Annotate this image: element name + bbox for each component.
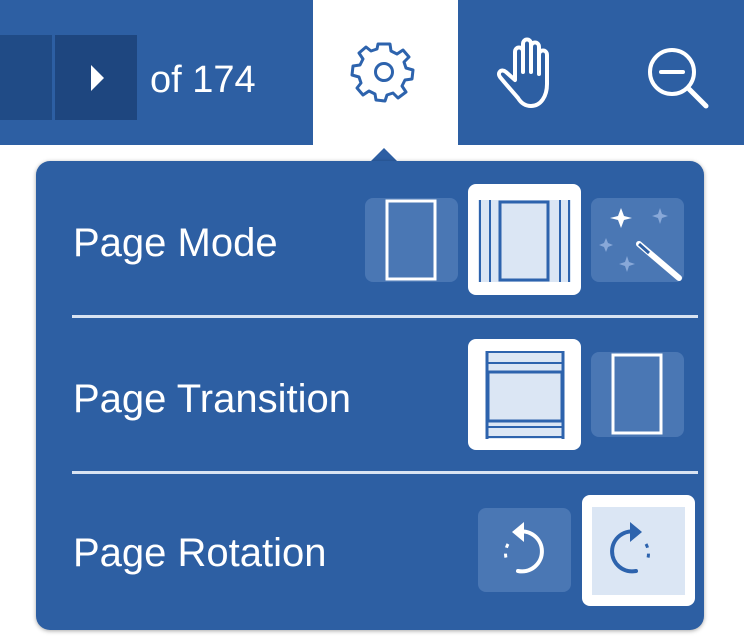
- page-rotation-label: Page Rotation: [73, 531, 327, 575]
- play-icon: [91, 65, 104, 91]
- page-transition-label: Page Transition: [73, 377, 351, 421]
- divider: [72, 315, 698, 318]
- page-mode-label: Page Mode: [73, 221, 278, 265]
- rotate-clockwise-button[interactable]: [582, 495, 695, 606]
- page-transition-scroll-option[interactable]: [468, 339, 581, 450]
- magic-wand-icon: [599, 208, 682, 281]
- popover-arrow: [371, 148, 397, 161]
- page-transition-page-option[interactable]: [591, 352, 684, 437]
- next-page-button[interactable]: [55, 35, 137, 120]
- zoom-out-button[interactable]: [630, 28, 725, 128]
- hand-icon: [496, 37, 549, 108]
- toolbar: of 174: [0, 0, 744, 145]
- settings-popover: Page Mode Page Transition Page Rotation: [36, 161, 704, 630]
- gear-icon: [350, 42, 415, 103]
- continuous-pages-icon: [478, 200, 571, 282]
- single-page-transition-icon: [611, 353, 663, 435]
- divider: [72, 471, 698, 474]
- rotate-right-icon: [592, 507, 685, 595]
- vertical-scroll-transition-icon: [485, 351, 565, 439]
- page-mode-auto-option[interactable]: [591, 198, 684, 282]
- single-page-icon: [385, 199, 437, 281]
- pan-tool-button[interactable]: [485, 28, 580, 128]
- page-count-label: of 174: [150, 59, 256, 101]
- rotate-counterclockwise-button[interactable]: [478, 508, 571, 592]
- page-mode-continuous-option[interactable]: [468, 184, 581, 295]
- page-number-field[interactable]: [0, 35, 52, 120]
- rotate-left-icon: [504, 522, 544, 574]
- page-mode-single-option[interactable]: [365, 198, 458, 282]
- zoom-out-icon: [648, 48, 709, 109]
- settings-button[interactable]: [313, 0, 458, 145]
